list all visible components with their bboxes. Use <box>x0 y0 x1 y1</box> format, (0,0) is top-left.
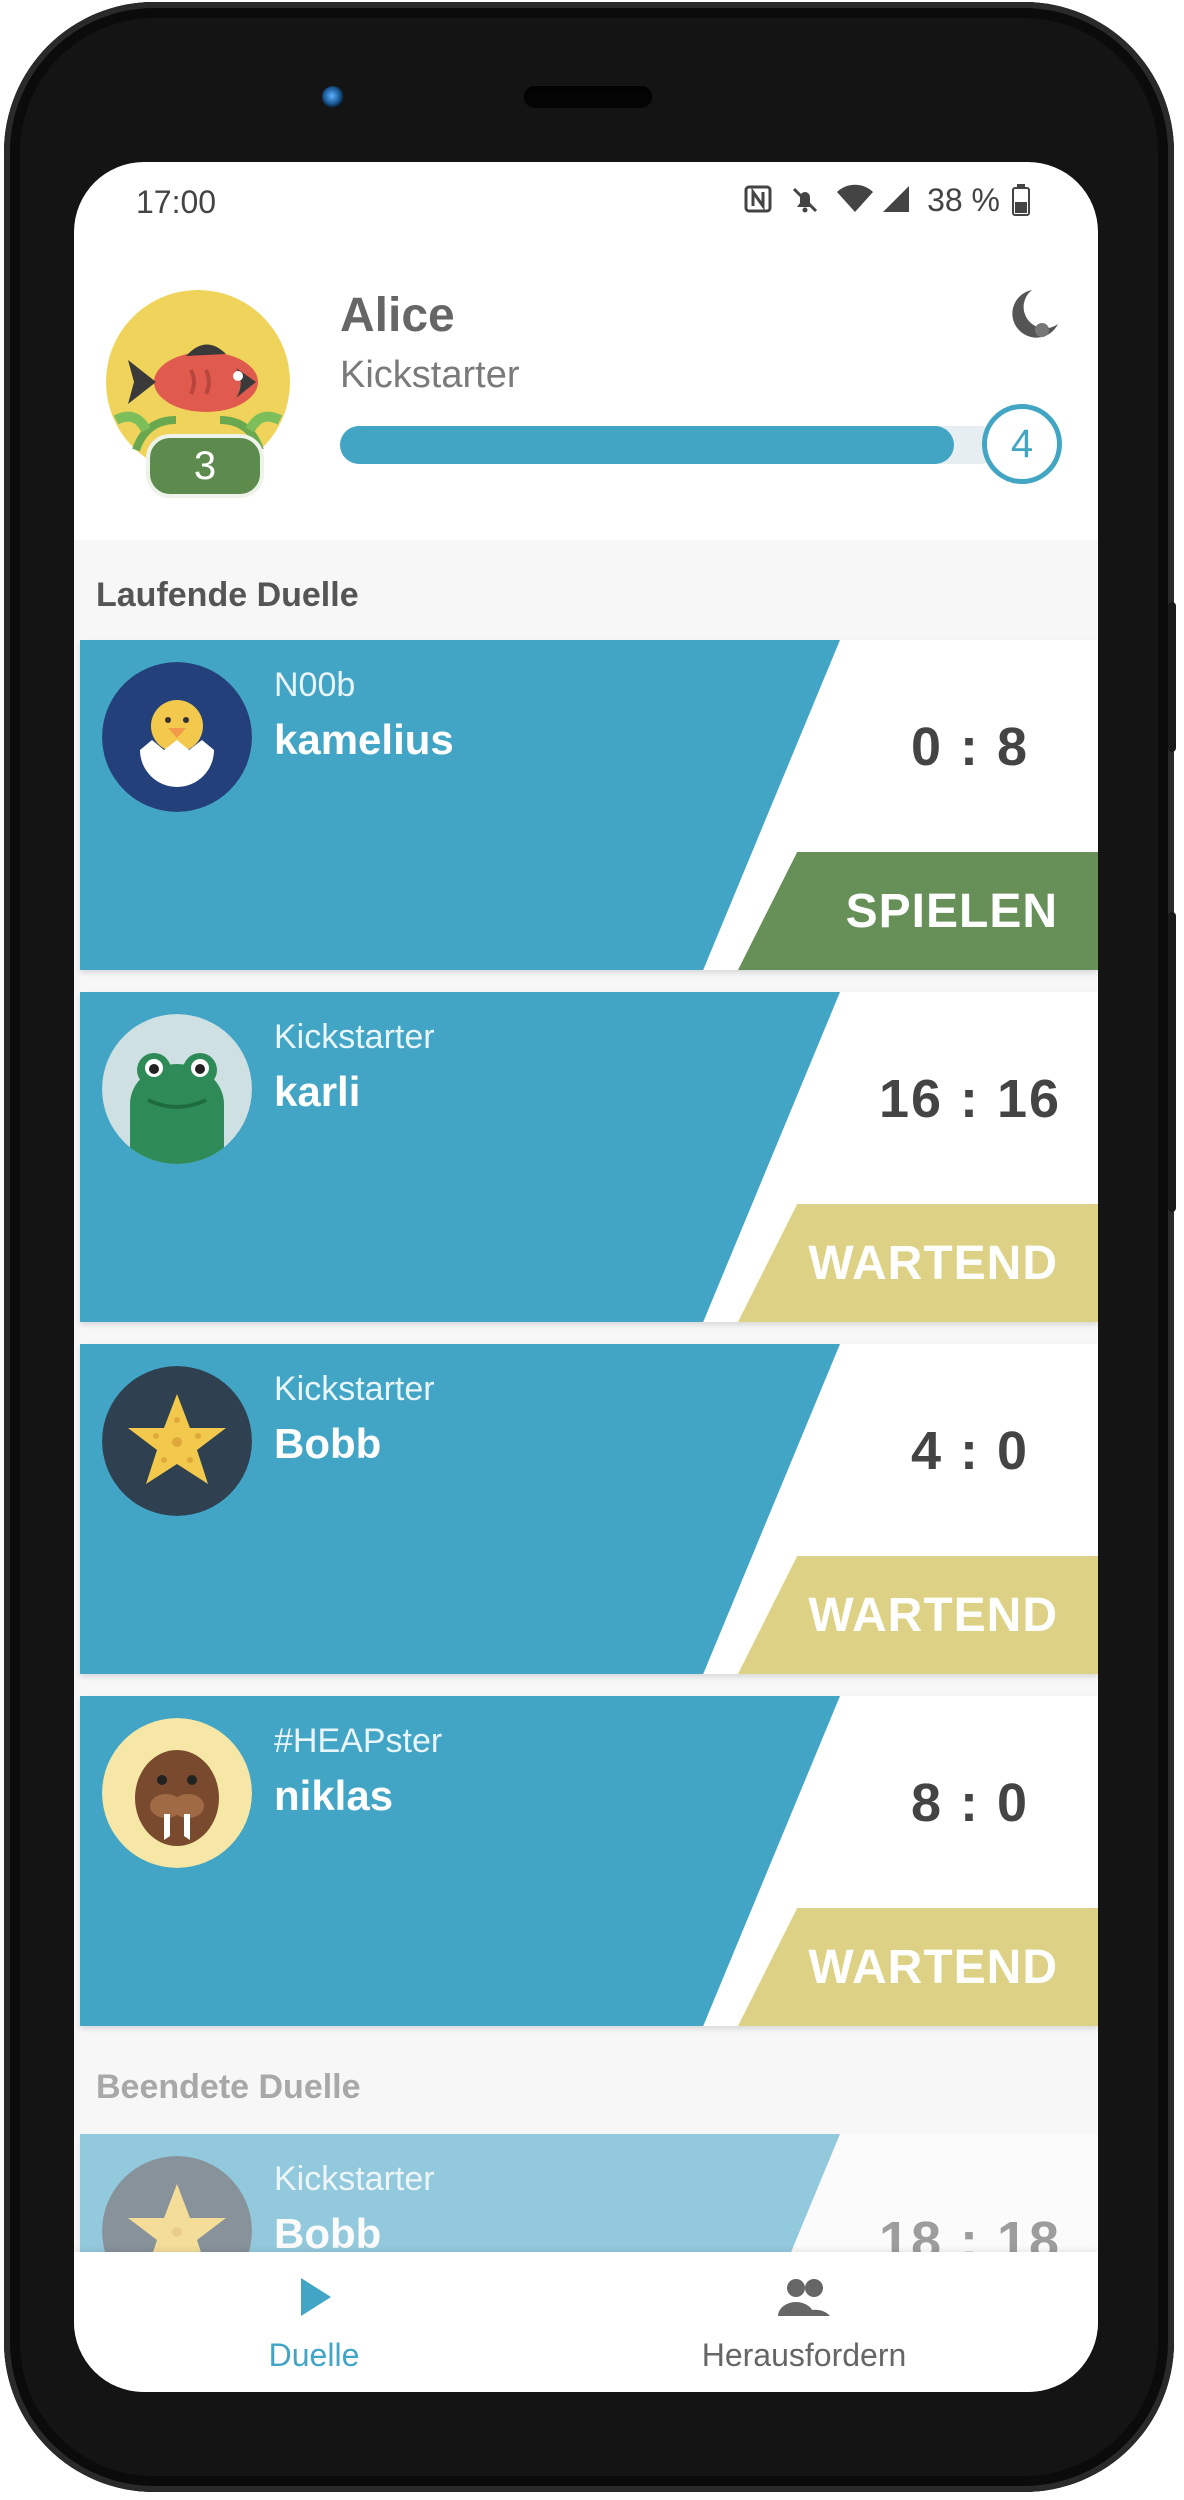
player-name: Alice <box>340 289 455 342</box>
player-rank: Kickstarter <box>340 354 520 396</box>
waiting-status: WARTEND <box>738 1204 1098 1322</box>
chick-avatar-icon <box>102 662 252 812</box>
profile-header[interactable]: 3 Alice Kickstarter 4 <box>74 234 1098 540</box>
starfish-avatar-icon <box>102 1366 252 1516</box>
opponent-name: kamelius <box>274 716 454 763</box>
nav-challenge[interactable]: Herausfordern <box>654 2272 954 2374</box>
do-not-disturb-icon <box>789 184 823 218</box>
signal-icon <box>881 184 915 218</box>
opponent-name: karli <box>274 1068 361 1115</box>
section-title-finished: Beendete Duelle <box>96 2068 361 2106</box>
opponent-rank: Kickstarter <box>274 1018 435 1056</box>
xp-progress-bar <box>340 426 1000 464</box>
duel-card[interactable]: Kickstarter karli 16 : 16 WARTEND <box>80 992 1098 1322</box>
volume-button <box>1168 602 1176 752</box>
level-badge: 3 <box>146 434 264 498</box>
status-bar: 17:00 38 % <box>74 162 1098 234</box>
app-screen: 17:00 38 % 3 Alice Kickstarter 4 Laufend… <box>74 162 1098 2392</box>
finished-duel-card[interactable]: Kickstarter Bobb 18 : 18 <box>80 2134 1098 2252</box>
nav-duels-label: Duelle <box>268 2337 360 2373</box>
phone-frame: 17:00 38 % 3 Alice Kickstarter 4 Laufend… <box>4 2 1176 2492</box>
duel-card[interactable]: #HEAPster niklas 8 : 0 WARTEND <box>80 1696 1098 2026</box>
moon-icon[interactable] <box>1004 284 1064 344</box>
opponent-name: niklas <box>274 1772 394 1819</box>
duel-score: 4 : 0 <box>910 1421 1030 1481</box>
battery-percent: 38 % <box>927 182 1000 218</box>
xp-progress-fill <box>340 426 954 464</box>
waiting-status: WARTEND <box>738 1908 1098 2026</box>
duel-score: 16 : 16 <box>878 1069 1062 1129</box>
duel-score: 0 : 8 <box>910 717 1030 777</box>
duel-list[interactable]: Laufende Duelle N00b kamelius 0 : 8 SPIE… <box>74 540 1098 2252</box>
play-button[interactable]: SPIELEN <box>738 852 1098 970</box>
status-time: 17:00 <box>136 184 217 220</box>
duel-score: 8 : 0 <box>910 1773 1030 1833</box>
play-icon <box>164 2272 464 2327</box>
frog-avatar-icon <box>102 1014 252 1164</box>
bottom-navigation: Duelle Herausfordern <box>74 2252 1098 2392</box>
duel-card[interactable]: N00b kamelius 0 : 8 SPIELEN <box>80 640 1098 970</box>
next-level-badge: 4 <box>982 404 1062 484</box>
power-button <box>1168 912 1176 1212</box>
wifi-icon <box>835 184 874 218</box>
opponent-name: Bobb <box>274 2210 382 2252</box>
opponent-name: Bobb <box>274 1420 382 1467</box>
duel-card[interactable]: Kickstarter Bobb 4 : 0 WARTEND <box>80 1344 1098 1674</box>
opponent-rank: #HEAPster <box>274 1722 443 1760</box>
front-camera <box>322 86 344 108</box>
section-title-ongoing: Laufende Duelle <box>96 576 359 614</box>
walrus-avatar-icon <box>102 1718 252 1868</box>
earpiece-speaker <box>524 86 652 108</box>
nfc-icon <box>743 184 777 218</box>
people-icon <box>654 2272 954 2327</box>
duel-score: 18 : 18 <box>878 2211 1062 2252</box>
battery-icon <box>1012 183 1046 218</box>
waiting-status: WARTEND <box>738 1556 1098 1674</box>
nav-challenge-label: Herausfordern <box>701 2337 907 2373</box>
opponent-rank: Kickstarter <box>274 2160 435 2198</box>
opponent-rank: N00b <box>274 666 356 704</box>
nav-duels[interactable]: Duelle <box>164 2272 464 2374</box>
opponent-rank: Kickstarter <box>274 1370 435 1408</box>
